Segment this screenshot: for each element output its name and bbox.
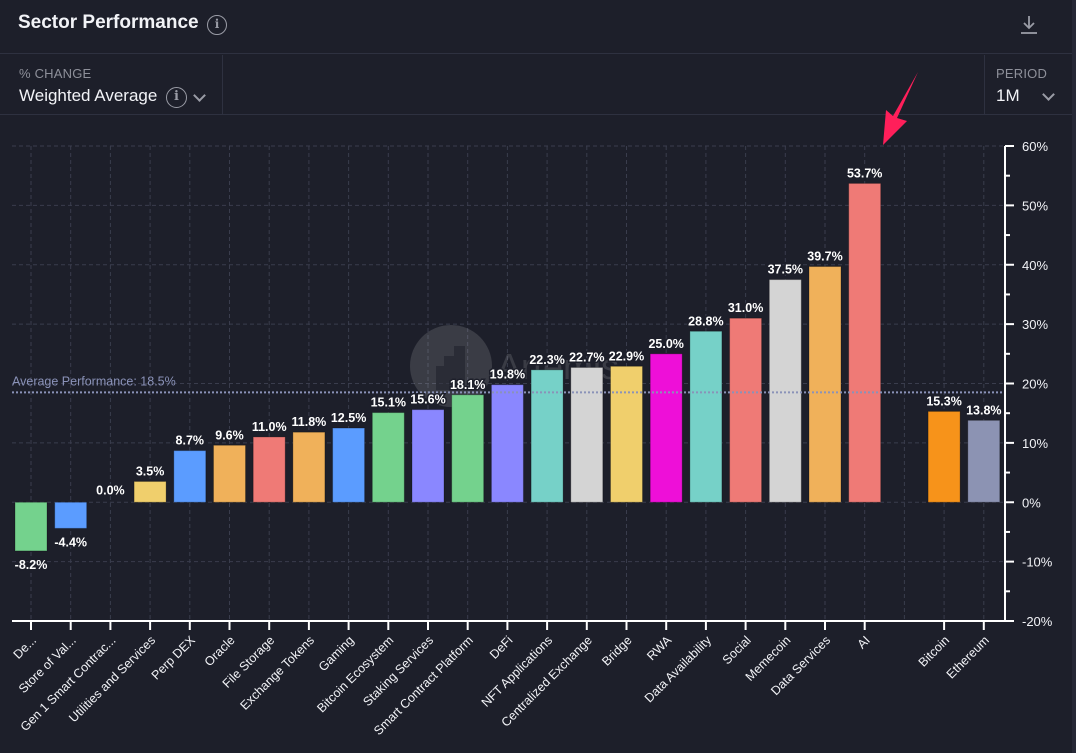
data-label: 53.7% [847, 166, 882, 180]
x-tick-label: Social [720, 633, 754, 667]
bar [689, 330, 723, 503]
bar [967, 419, 1001, 503]
bar [133, 480, 167, 503]
x-tick-label: Ethereum [944, 633, 992, 681]
x-tick-label: DeFi [487, 633, 516, 662]
bar [411, 409, 445, 503]
data-label: 37.5% [768, 263, 803, 277]
y-tick-label: -20% [1022, 614, 1053, 629]
data-label: 19.8% [490, 368, 525, 382]
data-label: 22.3% [529, 353, 564, 367]
data-label: 25.0% [648, 337, 683, 351]
data-label: 15.6% [410, 393, 445, 407]
bar [292, 431, 326, 503]
x-tick-label: Staking Services [360, 633, 436, 709]
bar-chart: Artemis Average Performance: 18.5% -8.2%… [11, 72, 1053, 738]
y-tick-label: 40% [1022, 258, 1048, 273]
bar [173, 450, 207, 503]
x-tick-label: Bitcoin [916, 633, 952, 669]
data-label: -8.2% [15, 558, 48, 572]
data-label: 18.1% [450, 378, 485, 392]
bar [808, 266, 842, 503]
data-label: 11.8% [292, 415, 327, 429]
bar [649, 353, 683, 503]
y-axis: 60% 50% 40% 30% 20% 10% 0% -10% -20% [1004, 139, 1053, 629]
bar [530, 369, 564, 503]
y-tick-label: 0% [1022, 495, 1041, 510]
data-label: 9.6% [215, 428, 244, 442]
data-label: 13.8% [966, 403, 1001, 417]
x-tick-label: RWA [644, 633, 675, 664]
bar [768, 279, 802, 503]
bar [927, 410, 961, 503]
data-label: 0.0% [96, 483, 125, 497]
y-tick-label: 50% [1022, 198, 1048, 213]
data-label: 39.7% [807, 250, 842, 264]
bar [610, 365, 643, 503]
bar [490, 384, 524, 503]
y-tick-label: 10% [1022, 436, 1048, 451]
x-tick-label: NFT Applications [479, 633, 556, 710]
x-tick-label: Perp DEX [149, 633, 199, 683]
bar [213, 444, 246, 503]
x-axis: De...Store of Val...Gen 1 Smart Contrac.… [11, 620, 1014, 738]
x-tick-label: Bridge [599, 633, 634, 668]
x-tick-label: AI [855, 633, 873, 651]
data-label: 12.5% [331, 411, 366, 425]
y-tick-label: 30% [1022, 317, 1048, 332]
bar [54, 501, 88, 529]
bar [332, 427, 366, 503]
data-label: 22.9% [609, 349, 644, 363]
x-tick-label: De... [11, 633, 40, 662]
data-label: -4.4% [54, 535, 87, 549]
bar [451, 394, 485, 503]
y-tick-label: 60% [1022, 139, 1048, 154]
bar [371, 412, 405, 503]
annotation-arrow-icon [883, 72, 918, 145]
y-tick-label: -10% [1022, 555, 1053, 570]
data-label: 22.7% [569, 350, 604, 364]
bar [848, 182, 882, 503]
x-tick-label: Oracle [202, 633, 238, 669]
bar [14, 501, 48, 552]
data-label: 28.8% [688, 314, 723, 328]
data-label: 3.5% [136, 464, 165, 478]
x-tick-label: Exchange Tokens [238, 633, 318, 713]
bar [729, 317, 763, 503]
average-label: Average Performance: 18.5% [12, 374, 176, 388]
data-label: 8.7% [176, 434, 205, 448]
data-label: 31.0% [728, 301, 763, 315]
data-label: 15.1% [371, 396, 406, 410]
bar [570, 366, 604, 503]
data-label: 15.3% [926, 394, 961, 408]
y-tick-label: 20% [1022, 377, 1048, 392]
bar [252, 436, 286, 503]
data-label: 11.0% [252, 420, 287, 434]
